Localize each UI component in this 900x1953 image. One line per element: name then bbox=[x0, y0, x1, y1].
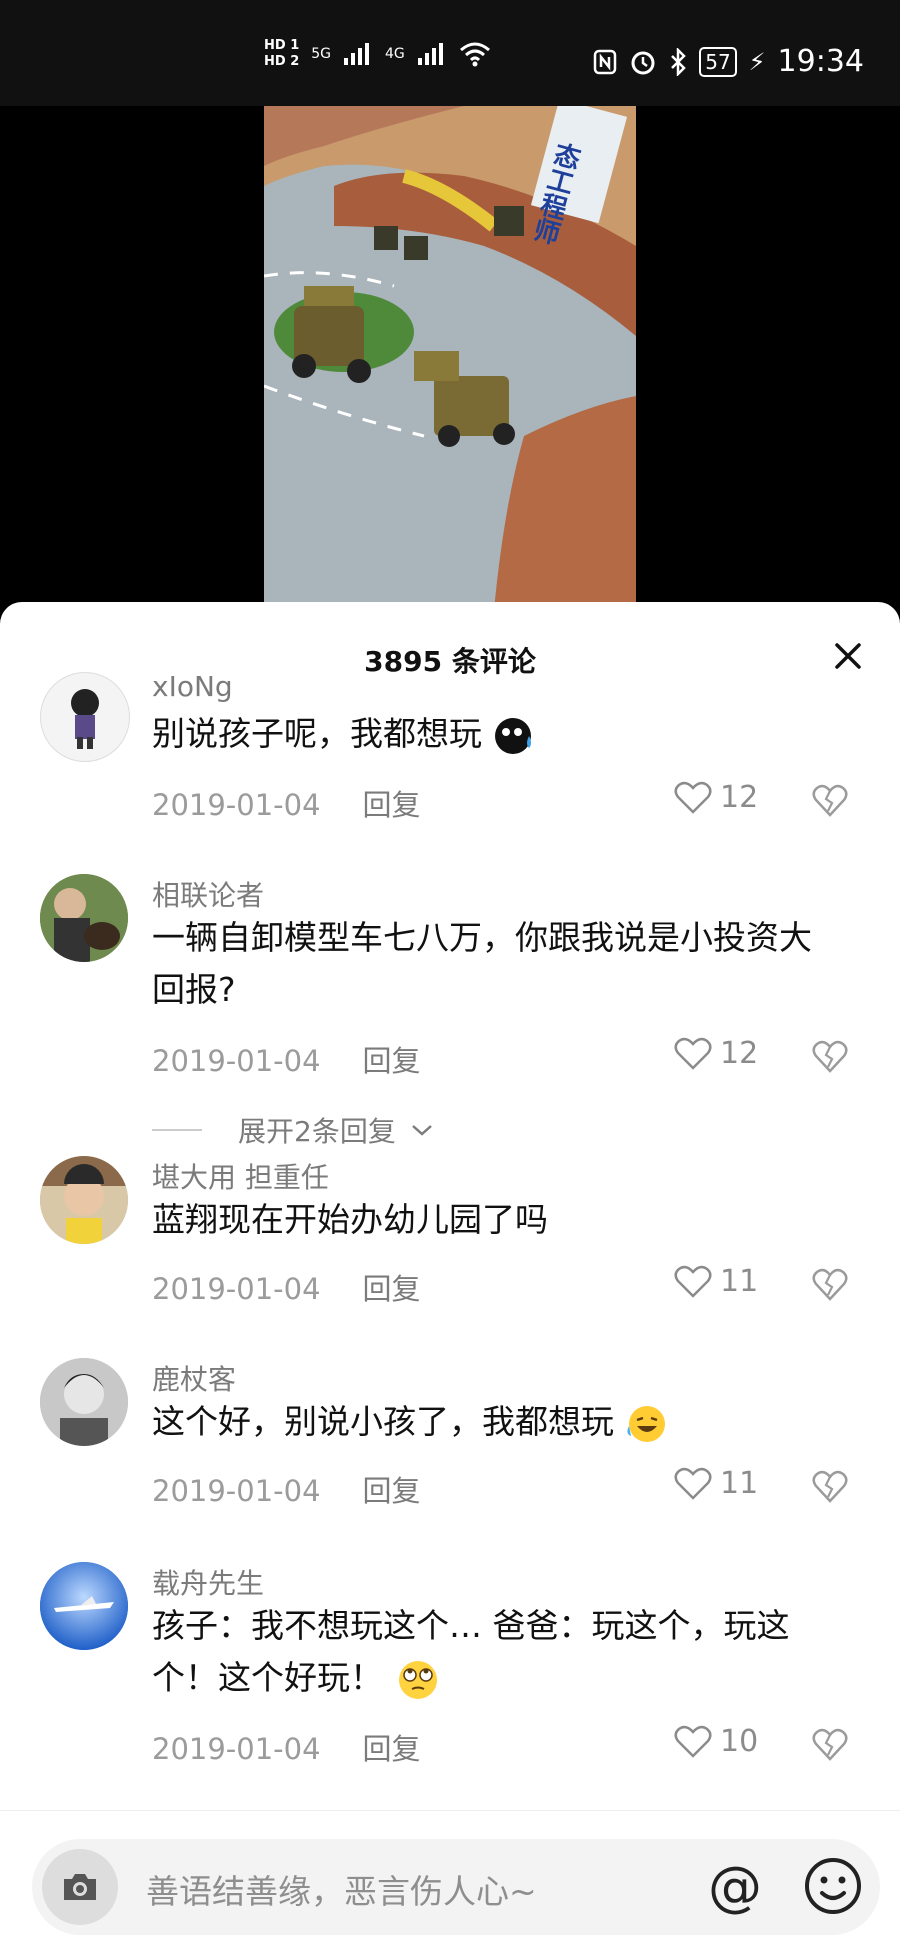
hd2-label: HD 2 bbox=[264, 54, 300, 69]
camera-button[interactable] bbox=[42, 1849, 118, 1925]
status-bar: HD 1 HD 2 5G 4G 57 ⚡ 19:34 bbox=[0, 0, 900, 106]
heart-icon bbox=[674, 1725, 712, 1758]
comment-username[interactable]: xIoNg bbox=[152, 670, 233, 703]
wifi-icon bbox=[459, 42, 490, 67]
heart-icon bbox=[674, 1467, 712, 1500]
like-button[interactable]: 12 bbox=[674, 1036, 758, 1071]
comment-text: 这个好，别说小孩了，我都想玩 bbox=[152, 1396, 842, 1448]
comment-input-placeholder: 善语结善缘，恶言伤人心~ bbox=[146, 1872, 537, 1911]
broken-heart-icon[interactable] bbox=[812, 1040, 848, 1074]
video-frame[interactable]: 态工程师 bbox=[264, 106, 636, 610]
battery-level: 57 bbox=[699, 46, 737, 77]
net1-label: 5G bbox=[311, 46, 332, 62]
like-button[interactable]: 12 bbox=[674, 780, 758, 815]
comment-meta: 2019-01-04 回复 bbox=[152, 1266, 421, 1308]
reply-button[interactable]: 回复 bbox=[363, 1474, 421, 1508]
system-indicators: 57 ⚡ 19:34 bbox=[593, 44, 864, 79]
comment-username[interactable]: 堪大用 担重任 bbox=[152, 1156, 329, 1196]
network-indicators: HD 1 HD 2 5G 4G bbox=[264, 38, 491, 70]
nfc-icon bbox=[593, 49, 617, 74]
avatar[interactable] bbox=[40, 874, 128, 962]
divider-line bbox=[152, 1129, 202, 1131]
reply-button[interactable]: 回复 bbox=[363, 1732, 421, 1766]
laughing-emoji-icon bbox=[626, 1405, 665, 1442]
comment-text: 孩子：我不想玩这个… 爸爸：玩这个，玩这个！这个好玩！ bbox=[152, 1600, 842, 1704]
comment-text: 别说孩子呢，我都想玩 bbox=[152, 708, 842, 760]
like-count: 11 bbox=[720, 1466, 759, 1501]
like-button[interactable]: 10 bbox=[674, 1724, 758, 1759]
avatar[interactable] bbox=[40, 1156, 128, 1244]
broken-heart-icon[interactable] bbox=[812, 1728, 848, 1762]
like-count: 12 bbox=[720, 780, 759, 815]
comment-text: 蓝翔现在开始办幼儿园了吗 bbox=[152, 1200, 548, 1239]
bluetooth-icon bbox=[671, 47, 686, 76]
like-count: 12 bbox=[720, 1036, 759, 1071]
sweat-emoji-icon bbox=[494, 717, 531, 754]
comment-text-content: 别说孩子呢，我都想玩 bbox=[152, 714, 482, 753]
charging-icon: ⚡ bbox=[748, 47, 766, 76]
clock: 19:34 bbox=[777, 44, 864, 79]
comment-text-content: 这个好，别说小孩了，我都想玩 bbox=[152, 1402, 614, 1441]
heart-icon bbox=[674, 1037, 712, 1070]
broken-heart-icon[interactable] bbox=[812, 1470, 848, 1504]
comment-input-bar: 善语结善缘，恶言伤人心~ @ bbox=[0, 1810, 900, 1953]
comment-meta: 2019-01-04 回复 bbox=[152, 1038, 421, 1080]
comment-date: 2019-01-04 bbox=[152, 1272, 321, 1306]
comment-username[interactable]: 相联论者 bbox=[152, 874, 264, 914]
reply-button[interactable]: 回复 bbox=[363, 1044, 421, 1078]
mention-button[interactable]: @ bbox=[700, 1849, 770, 1925]
camera-icon bbox=[64, 1874, 96, 1900]
comment-input[interactable]: 善语结善缘，恶言伤人心~ @ bbox=[32, 1839, 880, 1935]
comment-count-title: 3895 条评论 bbox=[364, 645, 536, 678]
comment-meta: 2019-01-04 回复 bbox=[152, 1468, 421, 1510]
comment-date: 2019-01-04 bbox=[152, 1044, 321, 1078]
like-count: 10 bbox=[720, 1724, 759, 1759]
like-count: 11 bbox=[720, 1264, 759, 1299]
comment-text: 一辆自卸模型车七八万，你跟我说是小投资大回报? bbox=[152, 918, 812, 1009]
hd1-label: HD 1 bbox=[264, 38, 300, 53]
comment-date: 2019-01-04 bbox=[152, 1732, 321, 1766]
avatar[interactable] bbox=[40, 1562, 128, 1650]
video-player[interactable]: 态工程师 bbox=[0, 106, 900, 610]
eye-roll-emoji-icon bbox=[398, 1660, 437, 1699]
video-thumbnail: 态工程师 bbox=[264, 106, 636, 610]
comment-date: 2019-01-04 bbox=[152, 788, 321, 822]
reply-button[interactable]: 回复 bbox=[363, 1272, 421, 1306]
broken-heart-icon[interactable] bbox=[812, 784, 848, 818]
comment-text-content: 孩子：我不想玩这个… 爸爸：玩这个，玩这个！这个好玩！ bbox=[152, 1606, 790, 1697]
signal-icon bbox=[344, 43, 370, 65]
reply-button[interactable]: 回复 bbox=[363, 788, 421, 822]
expand-replies-label: 展开2条回复 bbox=[238, 1115, 396, 1148]
comments-sheet: 3895 条评论 xIoNg 别说孩子呢，我都想玩 2019-01-04 回复 1… bbox=[0, 602, 900, 1952]
comment-meta: 2019-01-04 回复 bbox=[152, 782, 421, 824]
chevron-down-icon bbox=[411, 1125, 432, 1136]
net2-label: 4G bbox=[385, 46, 405, 62]
comment-date: 2019-01-04 bbox=[152, 1474, 321, 1508]
avatar[interactable] bbox=[40, 1358, 128, 1446]
expand-replies-button[interactable]: 展开2条回复 bbox=[152, 1110, 434, 1150]
like-button[interactable]: 11 bbox=[674, 1466, 758, 1501]
comment-username[interactable]: 鹿杖客 bbox=[152, 1358, 236, 1398]
avatar[interactable] bbox=[40, 672, 130, 762]
broken-heart-icon[interactable] bbox=[812, 1268, 848, 1302]
heart-icon bbox=[674, 1265, 712, 1298]
heart-icon bbox=[674, 781, 712, 814]
alarm-icon bbox=[631, 51, 655, 74]
emoji-icon[interactable] bbox=[798, 1851, 868, 1921]
close-icon[interactable] bbox=[824, 632, 872, 680]
comment-meta: 2019-01-04 回复 bbox=[152, 1726, 421, 1768]
signal-icon bbox=[417, 43, 443, 65]
like-button[interactable]: 11 bbox=[674, 1264, 758, 1299]
sheet-header: 3895 条评论 bbox=[0, 602, 900, 710]
comment-username[interactable]: 载舟先生 bbox=[152, 1562, 264, 1602]
